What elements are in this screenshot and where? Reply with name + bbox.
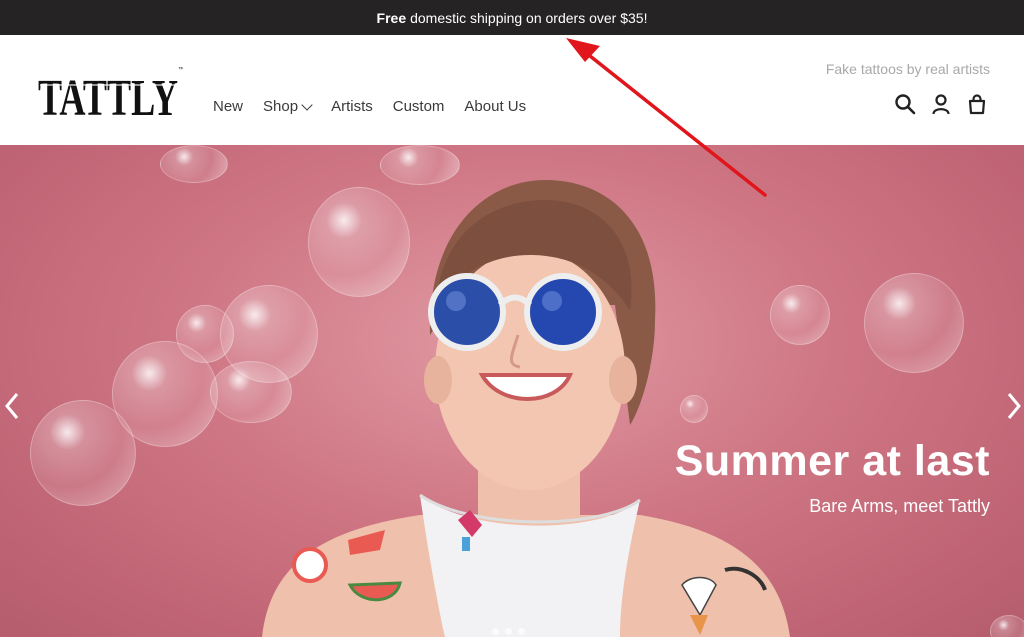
slide-dot[interactable] xyxy=(492,628,499,635)
cart-icon[interactable] xyxy=(966,93,988,115)
nav-label: New xyxy=(213,98,244,115)
nav-item-artists[interactable]: Artists xyxy=(331,98,373,115)
announcement-text: domestic shipping on orders over $35! xyxy=(410,9,648,26)
slideshow-prev-arrow[interactable] xyxy=(4,391,20,421)
nav-item-new[interactable]: New xyxy=(213,98,243,115)
account-icon[interactable] xyxy=(930,93,952,115)
nav-item-about-us[interactable]: About Us xyxy=(464,98,526,115)
hero-slideshow: Summer at last Bare Arms, meet Tattly xyxy=(0,145,1024,637)
hero-title: Summer at last xyxy=(674,437,990,485)
site-header: TATTLY ™ New Shop Artists Custom About U… xyxy=(0,35,1024,145)
slideshow-dots xyxy=(492,628,525,635)
svg-text:™: ™ xyxy=(178,66,183,73)
nav-label: Custom xyxy=(392,98,445,115)
announcement-bold: Free xyxy=(376,9,407,26)
main-nav: New Shop Artists Custom About Us xyxy=(213,98,546,115)
nav-label: About Us xyxy=(464,98,527,115)
hero-subtitle: Bare Arms, meet Tattly xyxy=(809,496,990,516)
slide-dot[interactable] xyxy=(518,628,525,635)
chevron-down-icon xyxy=(301,98,313,111)
hero-photo xyxy=(262,180,790,637)
announcement-bar: Free domestic shipping on orders over $3… xyxy=(0,0,1024,35)
nav-label: Shop xyxy=(263,98,299,115)
slide-dot[interactable] xyxy=(505,628,512,635)
search-icon[interactable] xyxy=(894,93,916,115)
tattly-logo[interactable]: TATTLY ™ xyxy=(38,63,184,127)
nav-label: Artists xyxy=(331,98,373,115)
nav-item-custom[interactable]: Custom xyxy=(393,98,445,115)
header-icons xyxy=(894,93,988,115)
tagline: Fake tattoos by real artists xyxy=(825,61,990,77)
nav-item-shop[interactable]: Shop xyxy=(263,98,313,115)
slideshow-next-arrow[interactable] xyxy=(1006,391,1022,421)
